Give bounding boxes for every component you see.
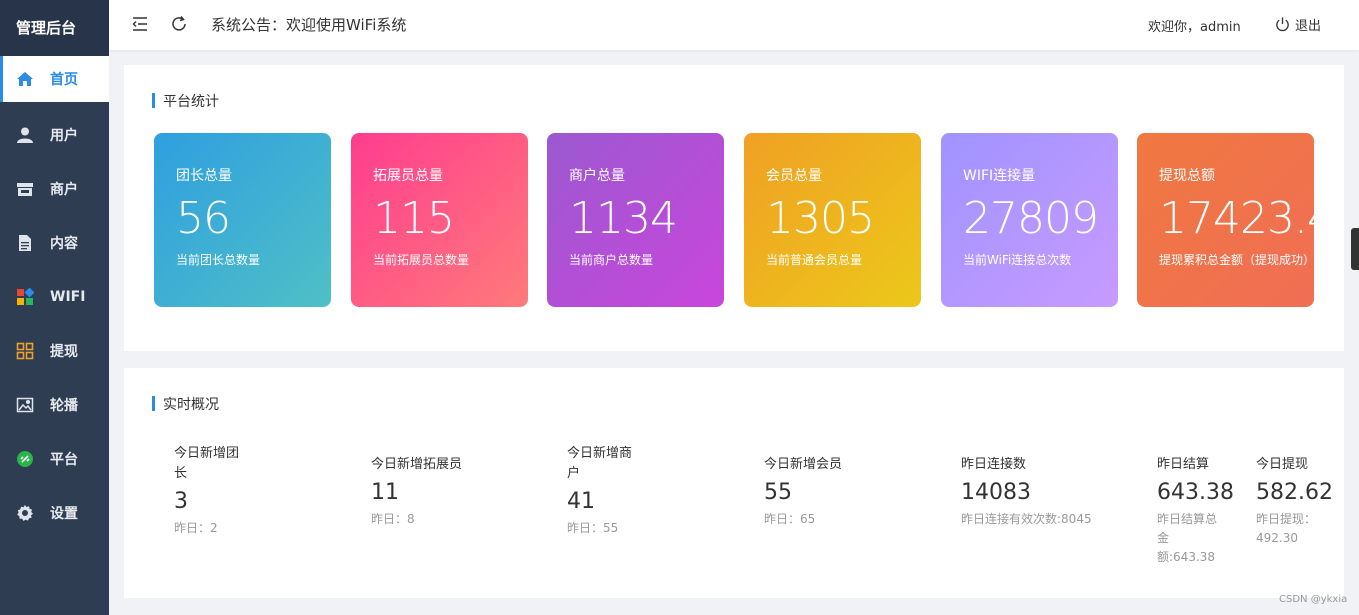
card-value: 56: [176, 193, 231, 244]
sidebar-item-label: 提现: [50, 344, 78, 360]
side-scroll-handle[interactable]: [1351, 228, 1359, 270]
stat-label: 今日提现: [1256, 457, 1309, 472]
card-subtitle: 当前团长总数量: [176, 253, 261, 267]
brand-title: 管理后台: [0, 0, 109, 56]
home-icon: [16, 70, 34, 88]
sidebar-item-label: 用户: [50, 128, 78, 144]
sidebar-item-label: 平台: [50, 452, 78, 468]
stat-today-withdraw: 今日提现 582.62 昨日提现：492.30: [1256, 455, 1333, 548]
watermark: CSDN @ykxia: [1279, 594, 1348, 605]
stat-label: 今日新增会员: [764, 457, 843, 472]
card-subtitle: 当前商户总数量: [569, 253, 654, 267]
stat-yesterday: 昨日：8: [371, 512, 415, 526]
stat-card-merchant[interactable]: 商户总量 1134 当前商户总数量: [547, 133, 724, 307]
link-icon: [16, 450, 34, 468]
stat-card-wifi[interactable]: WIFI连接量 27809 当前WiFi连接总次数: [941, 133, 1118, 307]
sidebar-item-label: 首页: [50, 72, 78, 88]
stat-card-promoter[interactable]: 拓展员总量 115 当前拓展员总数量: [351, 133, 528, 307]
card-subtitle: 当前WiFi连接总次数: [963, 253, 1072, 267]
document-icon: [16, 234, 34, 252]
stat-new-promoters: 今日新增拓展员 11 昨日：8: [371, 455, 491, 529]
platform-stats-panel: 平台统计 团长总量 56 当前团长总数量 拓展员总量 115 当前拓展员总数量 …: [124, 65, 1344, 351]
sidebar: 管理后台 首页 用户 商户 内容 WIFI 提现 轮播 平台 设置: [0, 0, 109, 615]
stat-yesterday-connections: 昨日连接数 14083 昨日连接有效次数:8045: [961, 455, 1136, 529]
gear-icon: [16, 504, 34, 522]
sidebar-item-label: WIFI: [50, 289, 86, 305]
card-subtitle: 提现累积总金额（提现成功）: [1159, 253, 1314, 267]
stat-yesterday: 昨日：55: [567, 521, 619, 535]
card-value: 17423.40: [1159, 193, 1314, 244]
stat-yesterday: 昨日：2: [174, 521, 218, 535]
stat-value: 582.62: [1256, 480, 1333, 505]
sidebar-item-withdraw[interactable]: 提现: [0, 324, 109, 378]
sidebar-item-user[interactable]: 用户: [0, 108, 109, 162]
stat-card-leader[interactable]: 团长总量 56 当前团长总数量: [154, 133, 331, 307]
stat-new-leaders: 今日新增团长 3 昨日：2: [174, 444, 246, 538]
sidebar-item-settings[interactable]: 设置: [0, 486, 109, 540]
stat-label: 今日新增团长: [174, 446, 240, 481]
sidebar-item-platform[interactable]: 平台: [0, 432, 109, 486]
sidebar-item-label: 商户: [50, 182, 78, 198]
welcome-text: 欢迎你，admin: [1148, 20, 1241, 35]
stat-label: 昨日结算: [1157, 457, 1210, 472]
image-icon: [16, 396, 34, 414]
sidebar-item-wifi[interactable]: WIFI: [0, 270, 109, 324]
realtime-title: 实时概况: [152, 394, 219, 414]
refresh-icon[interactable]: [170, 15, 188, 33]
sidebar-item-label: 设置: [50, 506, 78, 522]
stat-value: 643.38: [1157, 480, 1234, 505]
card-value: 27809: [963, 193, 1099, 244]
store-icon: [16, 180, 34, 198]
logout-label: 退出: [1295, 19, 1322, 34]
card-title: 团长总量: [176, 168, 232, 184]
apps-icon: [16, 288, 34, 306]
card-subtitle: 当前普通会员总量: [766, 253, 863, 267]
stat-label: 今日新增拓展员: [371, 457, 463, 472]
stat-card-withdraw[interactable]: 提现总额 17423.40 提现累积总金额（提现成功）: [1137, 133, 1314, 307]
card-title: WIFI连接量: [963, 168, 1036, 184]
sidebar-item-content[interactable]: 内容: [0, 216, 109, 270]
sidebar-item-label: 轮播: [50, 398, 78, 414]
stat-label: 昨日连接数: [961, 457, 1027, 472]
card-title: 提现总额: [1159, 168, 1215, 184]
card-subtitle: 当前拓展员总数量: [373, 253, 470, 267]
sidebar-item-label: 内容: [50, 236, 78, 252]
platform-stats-title: 平台统计: [152, 91, 219, 111]
sidebar-item-carousel[interactable]: 轮播: [0, 378, 109, 432]
sidebar-item-home[interactable]: 首页: [0, 56, 109, 102]
grid-icon: [16, 342, 34, 360]
system-notice: 系统公告：欢迎使用WiFi系统: [211, 16, 407, 34]
card-value: 1305: [766, 193, 875, 244]
stat-value: 11: [371, 480, 399, 505]
top-bar: 系统公告：欢迎使用WiFi系统 欢迎你，admin 退出: [109, 0, 1359, 50]
power-icon: [1276, 17, 1289, 32]
stat-yesterday-settlement: 昨日结算 643.38 昨日结算总金额:643.38: [1157, 455, 1234, 567]
card-value: 115: [373, 193, 455, 244]
menu-collapse-icon[interactable]: [131, 15, 149, 33]
stat-value: 55: [764, 480, 792, 505]
user-icon: [16, 126, 34, 144]
stat-yesterday: 昨日结算总金额:643.38: [1157, 512, 1218, 564]
realtime-panel: 实时概况 今日新增团长 3 昨日：2 今日新增拓展员 11 昨日：8 今日新增商…: [124, 368, 1344, 598]
stat-new-members: 今日新增会员 55 昨日：65: [764, 455, 884, 529]
card-value: 1134: [569, 193, 678, 244]
stat-label: 今日新增商户: [567, 446, 633, 481]
logout-button[interactable]: 退出: [1274, 15, 1321, 34]
stat-yesterday: 昨日连接有效次数:8045: [961, 512, 1092, 526]
stat-yesterday: 昨日：65: [764, 512, 816, 526]
stat-new-merchants: 今日新增商户 41 昨日：55: [567, 444, 639, 538]
stat-value: 3: [174, 489, 188, 514]
card-title: 拓展员总量: [373, 168, 443, 184]
stat-yesterday: 昨日提现：492.30: [1256, 512, 1317, 545]
stat-value: 41: [567, 489, 595, 514]
card-title: 会员总量: [766, 168, 822, 184]
stat-value: 14083: [961, 480, 1031, 505]
stat-card-member[interactable]: 会员总量 1305 当前普通会员总量: [744, 133, 921, 307]
card-title: 商户总量: [569, 168, 625, 184]
sidebar-item-merchant[interactable]: 商户: [0, 162, 109, 216]
